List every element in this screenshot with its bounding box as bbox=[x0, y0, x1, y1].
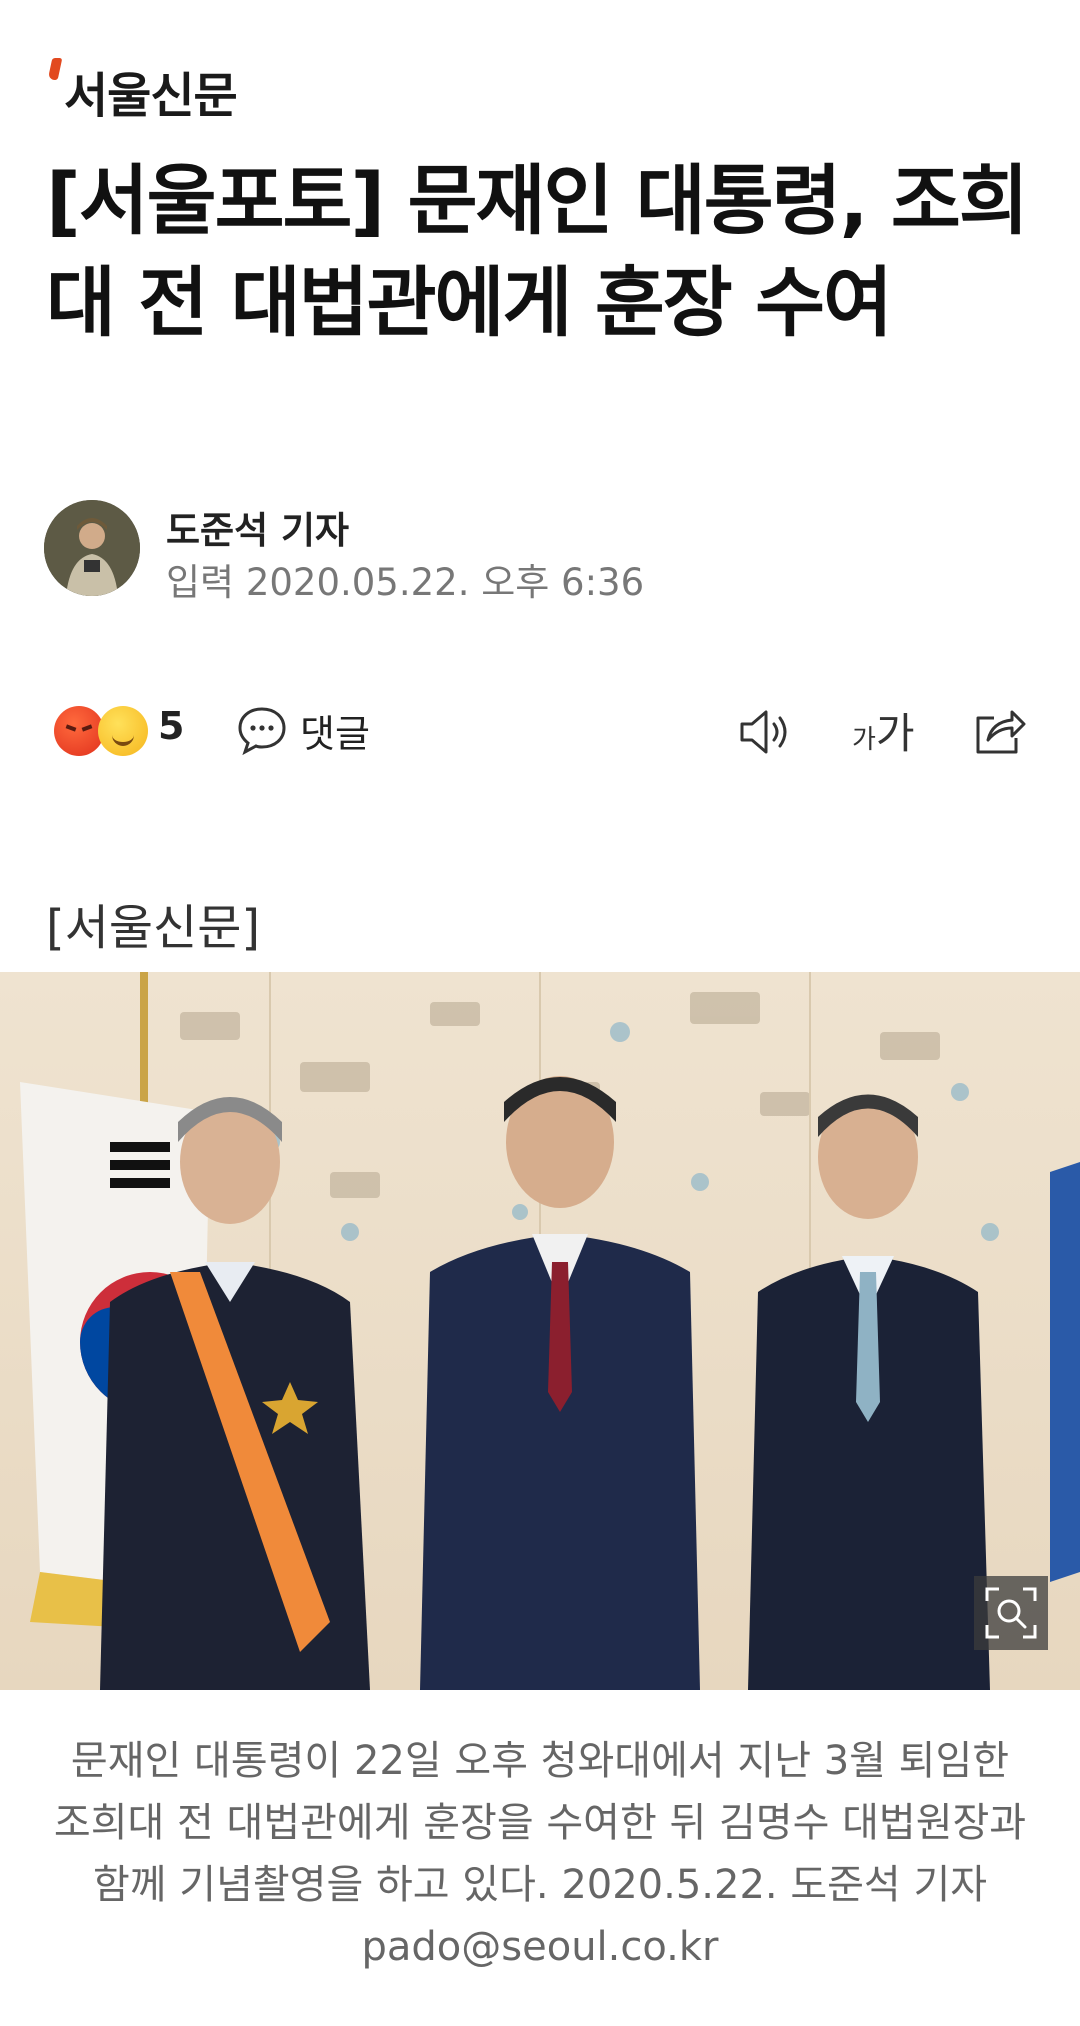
source-tag: [서울신문] bbox=[46, 900, 261, 956]
published-timestamp: 입력 2020.05.22. 오후 6:36 bbox=[166, 561, 645, 604]
font-size-small-label: 가 bbox=[852, 725, 876, 755]
article-photo[interactable] bbox=[0, 972, 1080, 1690]
comment-label: 댓글 bbox=[300, 711, 370, 756]
share-icon[interactable] bbox=[970, 702, 1028, 762]
reaction-count[interactable]: 5 bbox=[158, 704, 184, 748]
font-size-button[interactable]: 가 가 bbox=[852, 700, 915, 760]
article-toolbar: 5 댓글 가 가 bbox=[0, 700, 1080, 764]
font-size-large-label: 가 bbox=[875, 709, 915, 758]
photo-illustration bbox=[20, 972, 1080, 1690]
article-headline: [서울포토] 문재인 대통령, 조희대 전 대법관에게 훈장 수여 bbox=[46, 156, 1029, 347]
smile-emoji-icon[interactable] bbox=[98, 706, 148, 756]
author-name[interactable]: 도준석 기자 bbox=[166, 500, 349, 554]
photo-caption: 문재인 대통령이 22일 오후 청와대에서 지난 3월 퇴임한 조희대 전 대법… bbox=[53, 1738, 1027, 1970]
angry-emoji-icon[interactable] bbox=[54, 706, 104, 756]
comment-button[interactable]: 댓글 bbox=[236, 700, 370, 760]
author-avatar[interactable] bbox=[44, 500, 140, 596]
logo-accent-mark bbox=[47, 58, 63, 80]
speech-bubble-icon bbox=[238, 707, 286, 756]
speaker-icon[interactable] bbox=[736, 704, 796, 764]
logo-text: 서울신문 bbox=[64, 68, 238, 124]
site-logo[interactable]: 서울신문 bbox=[47, 56, 238, 126]
zoom-icon[interactable] bbox=[974, 1576, 1048, 1650]
